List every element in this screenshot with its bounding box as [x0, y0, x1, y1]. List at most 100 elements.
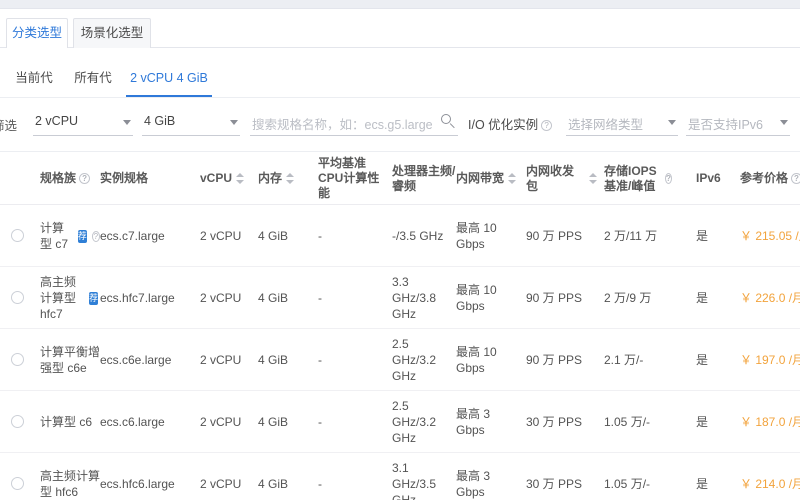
- cell-vcpu: 2 vCPU: [200, 267, 250, 329]
- column-header-bandwidth[interactable]: 内网带宽: [456, 152, 520, 205]
- column-header-vcpu[interactable]: vCPU: [200, 152, 250, 205]
- column-header-iops[interactable]: 存储IOPS基准/峰值?: [604, 152, 672, 205]
- tab-classified-selection[interactable]: 分类选型: [6, 18, 68, 49]
- tab-scenario-selection[interactable]: 场景化选型: [73, 18, 151, 48]
- cell-ipv6-value: 是: [696, 229, 709, 243]
- cell-vcpu-value: 2 vCPU: [200, 415, 242, 429]
- cell-spec-value: ecs.c6e.large: [100, 353, 172, 367]
- sub-tab-current-gen-label: 当前代: [15, 71, 53, 85]
- table-row[interactable]: 高主频计算型 hfc7 荐 ecs.hfc7.large 2 vCPU 4 GiB - 3.…: [0, 267, 800, 329]
- cell-family: 高主频计算型 hfc7 荐: [40, 267, 100, 329]
- sub-tab-all-gen[interactable]: 所有代: [68, 62, 118, 97]
- cell-memory-value: 4 GiB: [258, 291, 289, 305]
- spec-search-input[interactable]: 搜索规格名称，如：ecs.g5.large: [250, 112, 458, 136]
- chevron-down-icon: [668, 120, 676, 125]
- sort-icon[interactable]: [589, 172, 598, 185]
- row-radio-button[interactable]: [11, 477, 24, 490]
- cell-bandwidth: 最高 10 Gbps: [456, 329, 520, 391]
- io-optimized-option[interactable]: I/O 优化实例?: [468, 114, 553, 133]
- cell-iops-value: 1.05 万/-: [604, 477, 651, 491]
- help-icon[interactable]: ?: [791, 173, 800, 184]
- cell-pps-value: 30 万 PPS: [526, 415, 583, 429]
- cell-bandwidth-value: 最高 10 Gbps: [456, 221, 497, 251]
- cell-cpu-performance: -: [318, 329, 386, 391]
- help-icon[interactable]: ?: [91, 230, 100, 242]
- cell-memory-value: 4 GiB: [258, 477, 289, 491]
- column-header-memory[interactable]: 内存: [258, 152, 308, 205]
- cell-vcpu: 2 vCPU: [200, 391, 250, 453]
- cell-vcpu: 2 vCPU: [200, 329, 250, 391]
- main-tab-bar: 分类选型 场景化选型: [0, 18, 800, 49]
- filter-bar: 筛选 2 vCPU 4 GiB 搜索规格名称，如：ecs.g5.large I/…: [0, 98, 800, 152]
- cell-frequency: 2.5 GHz/3.2 GHz: [392, 329, 456, 391]
- cell-frequency-value: 3.3 GHz/3.8 GHz: [392, 275, 437, 321]
- vcpu-filter-select[interactable]: 2 vCPU: [33, 112, 133, 136]
- column-header-pps[interactable]: 内网收发包: [526, 152, 598, 205]
- cell-frequency-value: 2.5 GHz/3.2 GHz: [392, 399, 437, 445]
- column-header-bandwidth-label: 内网带宽: [456, 171, 505, 185]
- network-type-select[interactable]: 选择网络类型: [566, 112, 678, 136]
- cell-iops: 2 万/9 万: [604, 267, 672, 329]
- memory-filter-value: 4 GiB: [144, 114, 176, 128]
- help-icon[interactable]: ?: [541, 120, 553, 131]
- row-radio-button[interactable]: [11, 415, 24, 428]
- sub-tab-2vcpu-4gib-label: 2 vCPU 4 GiB: [130, 71, 208, 85]
- sub-tab-2vcpu-4gib[interactable]: 2 vCPU 4 GiB: [126, 62, 212, 97]
- cell-frequency-value: 3.1 GHz/3.5 GHz: [392, 461, 437, 500]
- cell-bandwidth-value: 最高 10 Gbps: [456, 283, 497, 313]
- help-icon[interactable]: ?: [79, 173, 91, 184]
- family-name: 计算型 c6: [40, 415, 93, 429]
- table-row[interactable]: 计算平衡增强型 c6e ecs.c6e.large 2 vCPU 4 GiB - 2.5 …: [0, 329, 800, 391]
- row-radio-button[interactable]: [11, 291, 24, 304]
- memory-filter-select[interactable]: 4 GiB: [142, 112, 240, 136]
- table-row[interactable]: 计算型 c6 ecs.c6.large 2 vCPU 4 GiB - 2.5 GHz/3.…: [0, 391, 800, 453]
- sort-icon[interactable]: [508, 172, 517, 185]
- table-row[interactable]: 高主频计算型 hfc6 ecs.hfc6.large 2 vCPU 4 GiB - 3.1…: [0, 453, 800, 500]
- search-icon[interactable]: [441, 114, 456, 129]
- sub-tab-current-gen[interactable]: 当前代: [6, 62, 62, 97]
- help-icon[interactable]: ?: [664, 173, 672, 184]
- cell-family: 计算平衡增强型 c6e: [40, 329, 100, 391]
- cell-bandwidth: 最高 3 Gbps: [456, 453, 520, 500]
- recommended-badge: 荐: [77, 229, 87, 243]
- price-value: ￥ 187.0 /月: [740, 415, 800, 429]
- sort-icon[interactable]: [286, 172, 295, 185]
- cell-bandwidth-value: 最高 3 Gbps: [456, 407, 491, 437]
- column-header-ipv6: IPv6: [696, 152, 736, 205]
- cell-cpu-performance-value: -: [318, 477, 322, 491]
- cell-cpu-performance: -: [318, 453, 386, 500]
- cell-bandwidth: 最高 10 Gbps: [456, 267, 520, 329]
- column-header-price[interactable]: 参考价格?: [740, 152, 800, 205]
- cell-spec-value: ecs.hfc7.large: [100, 291, 175, 305]
- cell-cpu-performance-value: -: [318, 229, 322, 243]
- cell-vcpu: 2 vCPU: [200, 453, 250, 500]
- cell-pps-value: 90 万 PPS: [526, 353, 583, 367]
- ipv6-support-select[interactable]: 是否支持IPv6: [686, 112, 790, 136]
- cell-bandwidth: 最高 10 Gbps: [456, 205, 520, 267]
- cell-iops: 2.1 万/-: [604, 329, 672, 391]
- column-header-cpu-performance-label: 平均基准CPU计算性能: [318, 156, 380, 200]
- cell-family: 计算型 c6: [40, 391, 100, 453]
- cell-bandwidth-value: 最高 10 Gbps: [456, 345, 497, 375]
- column-header-spec[interactable]: 实例规格: [100, 152, 160, 205]
- sort-icon[interactable]: [236, 172, 245, 185]
- family-name: 计算型 c7: [40, 221, 69, 251]
- column-header-family[interactable]: 规格族?: [40, 152, 100, 205]
- price-value: ￥ 215.05 /月: [740, 229, 800, 243]
- cell-pps: 90 万 PPS: [526, 329, 598, 391]
- cell-pps-value: 90 万 PPS: [526, 229, 583, 243]
- cell-cpu-performance-value: -: [318, 291, 322, 305]
- table-row[interactable]: 计算型 c7 荐? ecs.c7.large 2 vCPU 4 GiB - -/3.5 GH…: [0, 205, 800, 267]
- recommended-badge: 荐: [88, 291, 98, 305]
- column-header-pps-label: 内网收发包: [526, 163, 575, 193]
- row-radio-button[interactable]: [11, 353, 24, 366]
- cell-bandwidth-value: 最高 3 Gbps: [456, 469, 491, 499]
- cell-spec: ecs.c7.large: [100, 205, 165, 267]
- cell-spec-value: ecs.c6.large: [100, 415, 165, 429]
- cell-ipv6: 是: [696, 391, 736, 453]
- cell-vcpu-value: 2 vCPU: [200, 353, 242, 367]
- row-radio-button[interactable]: [11, 229, 24, 242]
- cell-iops-value: 2.1 万/-: [604, 353, 644, 367]
- tab-scenario-selection-label: 场景化选型: [80, 26, 144, 40]
- column-header-memory-label: 内存: [258, 171, 283, 185]
